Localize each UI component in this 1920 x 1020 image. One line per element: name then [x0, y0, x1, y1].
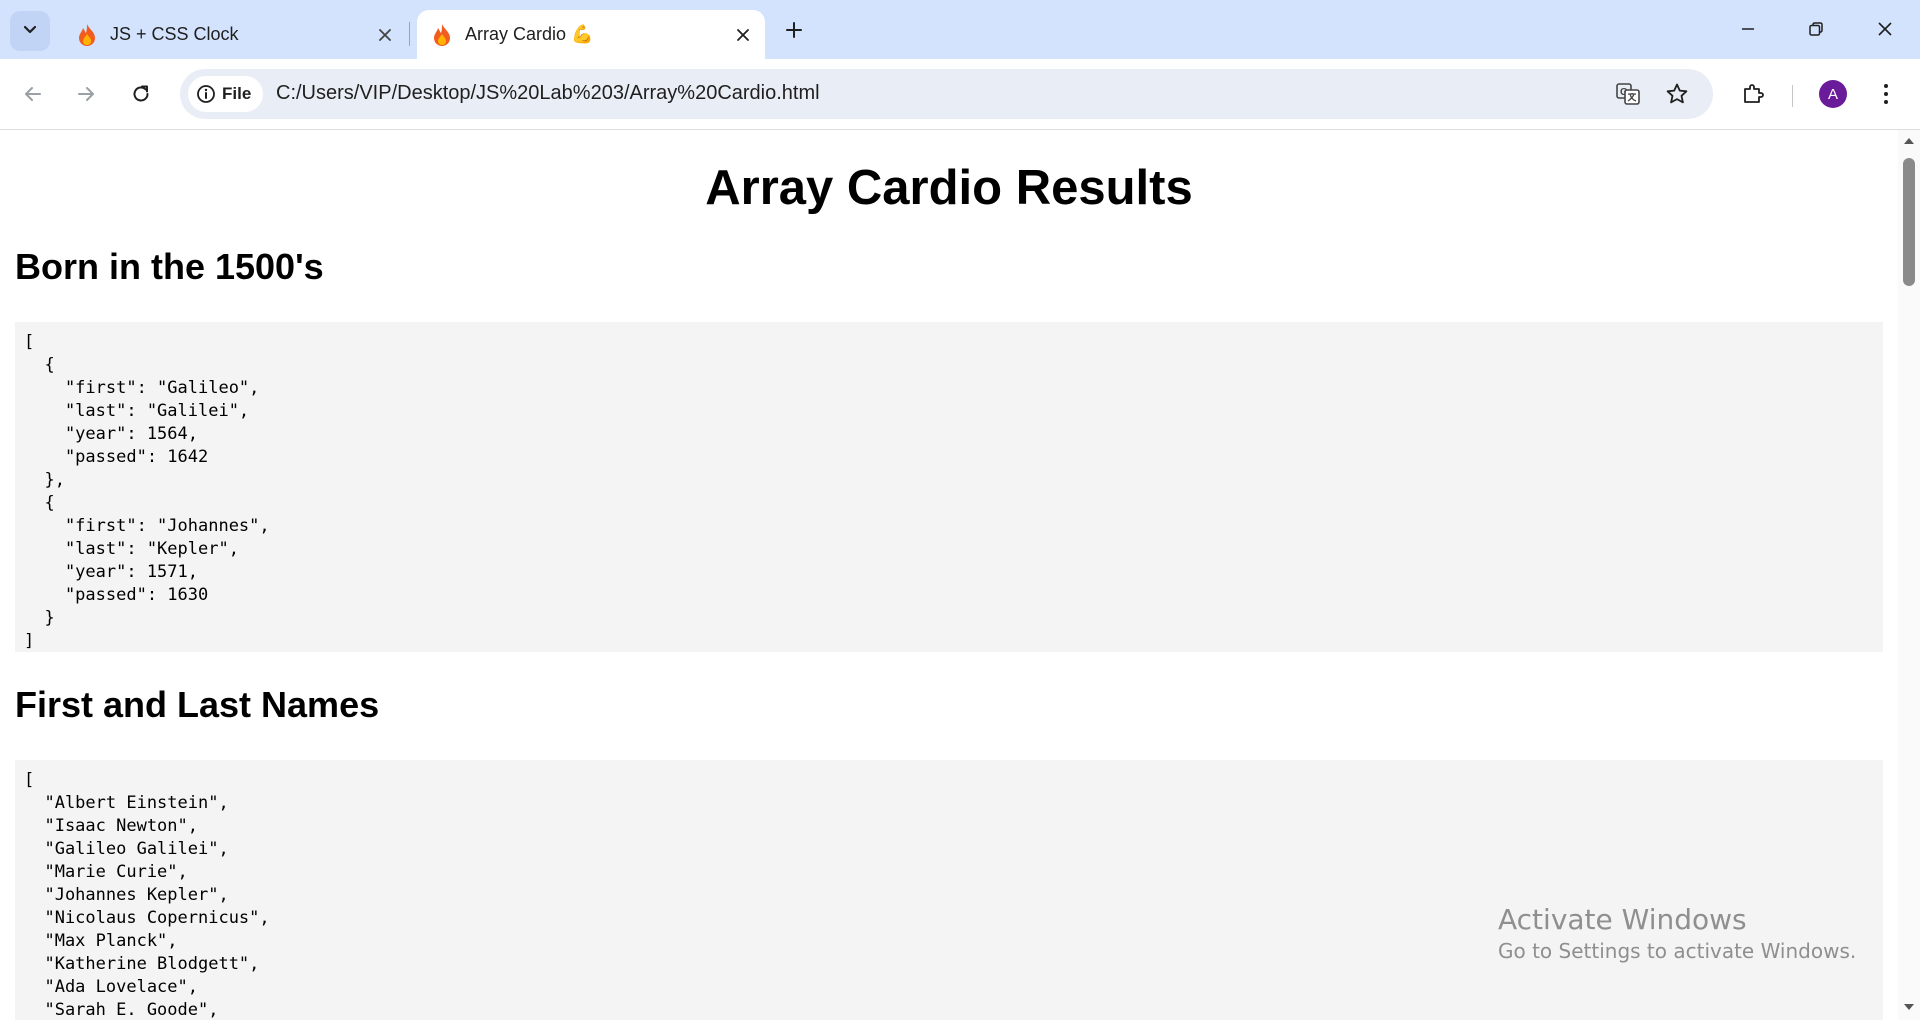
translate-icon: G — [1616, 83, 1640, 105]
address-bar[interactable]: File C:/Users/VIP/Desktop/JS%20Lab%203/A… — [180, 69, 1713, 119]
close-tab-button[interactable] — [369, 19, 401, 51]
fire-icon — [429, 22, 455, 48]
tab-search-button[interactable] — [10, 11, 50, 51]
scroll-up-arrow[interactable] — [1902, 134, 1916, 148]
tab-title: JS + CSS Clock — [110, 24, 239, 44]
close-icon — [1878, 22, 1892, 36]
plus-icon — [786, 22, 802, 38]
code-block-first-last-names: [ "Albert Einstein", "Isaac Newton", "Ga… — [15, 760, 1883, 1020]
close-window-button[interactable] — [1855, 6, 1915, 52]
section-heading-born-1500s: Born in the 1500's — [15, 246, 324, 287]
tab-title: Array Cardio 💪 — [465, 24, 594, 44]
site-info-label: File — [222, 84, 252, 103]
close-icon — [737, 28, 749, 41]
restore-icon — [1809, 22, 1823, 36]
reload-button[interactable] — [121, 74, 161, 114]
activate-windows-watermark: Activate Windows Go to Settings to activ… — [1498, 903, 1856, 965]
arrow-left-icon — [25, 87, 41, 101]
restore-button[interactable] — [1786, 6, 1846, 52]
minimize-icon — [1742, 28, 1754, 30]
toolbar-separator — [1792, 85, 1793, 107]
tab-strip: JS + CSS Clock Array Cardio 💪 — [0, 0, 1920, 59]
tab-separator — [409, 22, 410, 46]
scroll-down-arrow[interactable] — [1902, 1000, 1916, 1014]
chevron-down-icon — [22, 21, 38, 42]
url-text[interactable]: C:/Users/VIP/Desktop/JS%20Lab%203/Array%… — [276, 82, 820, 105]
bookmark-button[interactable] — [1661, 78, 1693, 110]
tab-array-cardio[interactable]: Array Cardio 💪 — [417, 10, 765, 59]
tab-js-css-clock[interactable]: JS + CSS Clock — [62, 10, 407, 59]
watermark-title: Activate Windows — [1498, 903, 1747, 936]
triangle-up-icon — [1904, 138, 1914, 144]
profile-avatar[interactable]: A — [1819, 80, 1847, 108]
reload-icon — [133, 85, 149, 102]
watermark-subtitle: Go to Settings to activate Windows. — [1498, 939, 1857, 963]
minimize-button[interactable] — [1718, 6, 1778, 52]
close-icon — [379, 28, 391, 41]
more-vert-icon — [1884, 84, 1888, 104]
extensions-button[interactable] — [1735, 76, 1771, 112]
triangle-down-icon — [1904, 1004, 1914, 1010]
site-info-chip[interactable]: File — [188, 76, 264, 112]
page-title: Array Cardio Results — [705, 161, 1193, 215]
vertical-scrollbar[interactable] — [1898, 130, 1920, 1020]
section-heading-first-last-names: First and Last Names — [15, 684, 380, 725]
fire-icon — [74, 22, 100, 48]
menu-button[interactable] — [1868, 76, 1904, 112]
arrow-right-icon — [78, 87, 94, 101]
puzzle-icon — [1744, 84, 1764, 103]
translate-button[interactable]: G — [1612, 78, 1644, 110]
browser-toolbar: File C:/Users/VIP/Desktop/JS%20Lab%203/A… — [0, 59, 1920, 130]
scroll-thumb[interactable] — [1903, 158, 1915, 286]
new-tab-button[interactable] — [776, 12, 812, 48]
forward-button[interactable] — [66, 74, 106, 114]
close-tab-button[interactable] — [727, 19, 759, 51]
code-block-born-1500s: [ { "first": "Galileo", "last": "Galilei… — [15, 322, 1883, 652]
page-viewport: Array Cardio Results Born in the 1500's … — [0, 130, 1898, 1020]
star-icon — [1666, 83, 1688, 104]
back-button[interactable] — [13, 74, 53, 114]
info-icon — [197, 85, 215, 103]
